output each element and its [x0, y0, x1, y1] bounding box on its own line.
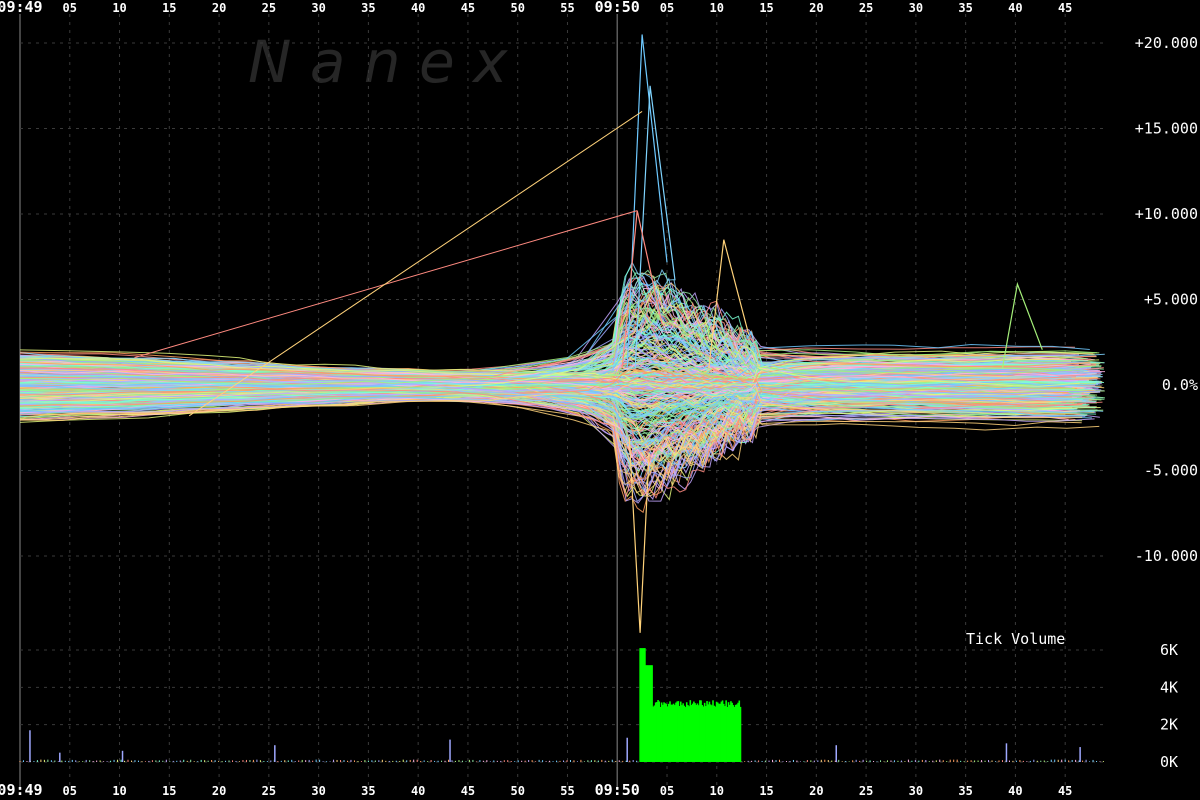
x-tick-label-top: 30 — [311, 1, 325, 15]
x-tick-label-bottom: 40 — [411, 784, 425, 798]
x-tick-label-bottom: 45 — [1058, 784, 1072, 798]
x-tick-label-bottom: 09:50 — [595, 781, 640, 799]
x-tick-label-top: 55 — [560, 1, 574, 15]
y-tick-label: +15.000 — [1135, 120, 1198, 138]
x-tick-label-top: 35 — [958, 1, 972, 15]
x-tick-label-bottom: 50 — [510, 784, 524, 798]
x-tick-label-bottom: 25 — [262, 784, 276, 798]
x-tick-label-bottom: 25 — [859, 784, 873, 798]
y-tick-label: 0.0% — [1162, 376, 1198, 394]
watermark: N a n e x — [248, 28, 508, 96]
volume-tick-label: 2K — [1160, 716, 1178, 734]
x-tick-label-top: 05 — [63, 1, 77, 15]
x-tick-label-bottom: 40 — [1008, 784, 1022, 798]
x-tick-label-bottom: 55 — [560, 784, 574, 798]
y-tick-label: +20.000 — [1135, 34, 1198, 52]
x-tick-label-top: 15 — [162, 1, 176, 15]
x-tick-label-top: 10 — [710, 1, 724, 15]
x-tick-label-bottom: 35 — [361, 784, 375, 798]
volume-tick-label: 6K — [1160, 641, 1178, 659]
volume-tick-label: 0K — [1160, 753, 1178, 771]
x-tick-label-bottom: 15 — [162, 784, 176, 798]
y-tick-label: +5.000 — [1144, 291, 1198, 309]
x-tick-label-top: 35 — [361, 1, 375, 15]
x-tick-label-top: 25 — [262, 1, 276, 15]
nanex-chart: N a n e x 09:49 05 10 15 20 25 30 35 40 45 50 55 09:… — [0, 0, 1200, 800]
x-tick-label-top: 05 — [660, 1, 674, 15]
x-tick-label-top: 20 — [809, 1, 823, 15]
x-tick-label-top: 45 — [461, 1, 475, 15]
x-tick-label-bottom: 05 — [660, 784, 674, 798]
x-tick-label-bottom: 10 — [710, 784, 724, 798]
x-tick-label-top: 50 — [510, 1, 524, 15]
x-tick-label-top: 20 — [212, 1, 226, 15]
y-tick-label: -5.000 — [1144, 462, 1198, 480]
y-tick-label: +10.000 — [1135, 205, 1198, 223]
x-tick-label-top: 10 — [112, 1, 126, 15]
x-tick-label-top: 09:49 — [0, 0, 43, 16]
x-tick-label-bottom: 35 — [958, 784, 972, 798]
x-tick-label-top: 30 — [909, 1, 923, 15]
x-tick-label-bottom: 09:49 — [0, 781, 43, 799]
y-tick-label: -10.000 — [1135, 547, 1198, 565]
x-tick-label-bottom: 05 — [63, 784, 77, 798]
x-tick-label-top: 15 — [759, 1, 773, 15]
x-tick-label-top: 40 — [411, 1, 425, 15]
x-tick-label-bottom: 20 — [809, 784, 823, 798]
x-tick-label-top: 25 — [859, 1, 873, 15]
x-tick-label-bottom: 10 — [112, 784, 126, 798]
x-tick-label-bottom: 15 — [759, 784, 773, 798]
x-tick-label-bottom: 20 — [212, 784, 226, 798]
x-tick-label-bottom: 45 — [461, 784, 475, 798]
x-tick-label-top: 40 — [1008, 1, 1022, 15]
x-tick-label-top: 45 — [1058, 1, 1072, 15]
volume-tick-label: 4K — [1160, 678, 1178, 696]
x-tick-label-bottom: 30 — [311, 784, 325, 798]
x-tick-label-bottom: 30 — [909, 784, 923, 798]
tick-volume-label: Tick Volume — [966, 630, 1065, 648]
x-tick-label-top: 09:50 — [595, 0, 640, 16]
